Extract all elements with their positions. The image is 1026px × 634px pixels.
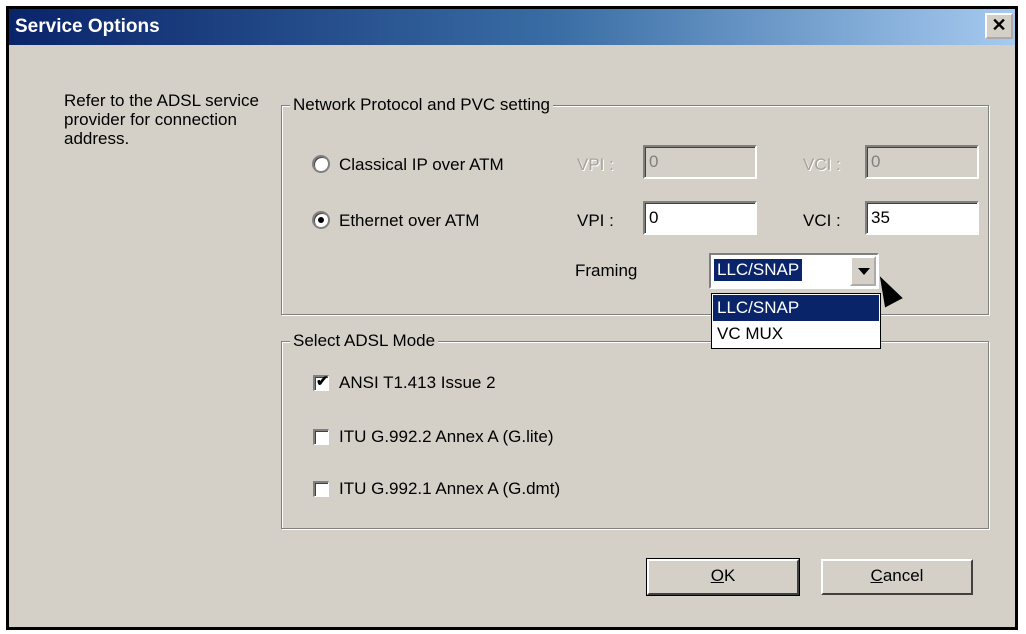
ok-button[interactable]: OK xyxy=(646,558,800,596)
classical-ip-vpi-label: VPI : xyxy=(577,155,614,174)
ethernet-vci-label: VCI : xyxy=(803,211,841,230)
cancel-mnemonic: C xyxy=(870,566,883,585)
g-dmt-label: ITU G.992.1 Annex A (G.dmt) xyxy=(339,479,561,498)
radio-selected-dot xyxy=(318,217,324,223)
framing-label: Framing xyxy=(575,261,638,280)
ethernet-over-atm-label: Ethernet over ATM xyxy=(339,211,480,230)
network-protocol-group-label: Network Protocol and PVC setting xyxy=(290,95,554,115)
framing-dropdown-list: LLC/SNAP VC MUX xyxy=(711,293,881,349)
classical-ip-label: Classical IP over ATM xyxy=(339,155,504,174)
cancel-label-rest: ancel xyxy=(882,566,924,585)
framing-option-vc-mux[interactable]: VC MUX xyxy=(713,321,879,347)
ethernet-vci-field[interactable]: 35 xyxy=(865,201,979,235)
window-title: Service Options xyxy=(15,16,160,37)
info-text: Refer to the ADSL service provider for c… xyxy=(64,91,259,148)
cancel-button[interactable]: Cancel xyxy=(821,559,973,595)
g-lite-label: ITU G.992.2 Annex A (G.lite) xyxy=(339,427,554,446)
ethernet-vpi-label: VPI : xyxy=(577,211,614,230)
framing-option-llc-snap[interactable]: LLC/SNAP xyxy=(713,295,879,321)
classical-ip-vci-label: VCI : xyxy=(803,155,841,174)
classical-ip-vci-field[interactable]: 0 xyxy=(865,145,979,179)
framing-select[interactable]: LLC/SNAP xyxy=(709,253,879,289)
checkbox-g-dmt[interactable] xyxy=(313,481,329,497)
adsl-mode-group-label: Select ADSL Mode xyxy=(290,331,439,351)
service-options-dialog: Service Options ✕ Refer to the ADSL serv… xyxy=(6,6,1018,630)
framing-selected-value: LLC/SNAP xyxy=(712,258,804,282)
ok-mnemonic: O xyxy=(710,566,724,585)
check-icon: ✔ xyxy=(316,373,329,390)
ansi-t1413-label: ANSI T1.413 Issue 2 xyxy=(339,373,496,392)
close-icon: ✕ xyxy=(991,15,1007,35)
title-bar: Service Options ✕ xyxy=(9,9,1015,45)
classical-ip-vpi-field[interactable]: 0 xyxy=(643,145,757,179)
radio-ethernet-over-atm[interactable] xyxy=(312,211,330,229)
checkbox-g-lite[interactable] xyxy=(313,429,329,445)
checkbox-ansi-t1413[interactable]: ✔ xyxy=(313,373,329,391)
close-button[interactable]: ✕ xyxy=(985,13,1013,39)
ok-label-rest: K xyxy=(723,566,736,585)
radio-classical-ip[interactable] xyxy=(312,155,330,173)
ethernet-vpi-field[interactable]: 0 xyxy=(643,201,757,235)
